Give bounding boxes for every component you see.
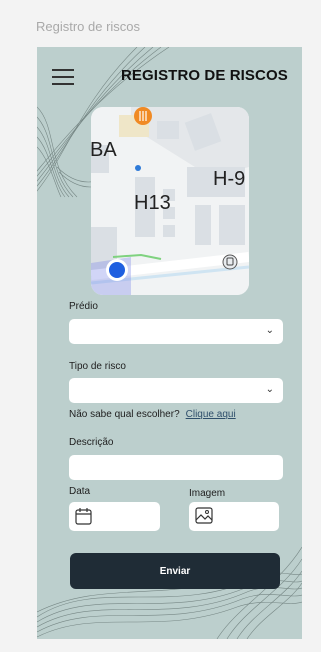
descricao-label: Descrição [69,437,114,448]
menu-icon-line [52,83,74,85]
frame-label: Registro de riscos [36,19,141,34]
menu-icon-line [52,76,74,78]
data-label: Data [69,486,91,497]
help-question: Não sabe qual escolher? [69,409,180,420]
imagem-field[interactable] [189,502,279,531]
chevron-down-icon: ⌄ [265,384,274,395]
predio-select[interactable]: ⌄ [69,319,283,344]
map-label-h9: H-9 [213,168,245,190]
map-view[interactable]: BA H13 H-9 [91,107,249,295]
calendar-icon [75,508,92,525]
mobile-screen: REGISTRO DE RISCOS BA H13 H-9 Prédio ⌄ T… [37,47,302,639]
chevron-down-icon: ⌄ [265,325,274,336]
image-icon [195,507,213,524]
tipo-risco-label: Tipo de risco [69,361,126,372]
data-field[interactable] [69,502,160,531]
submit-button[interactable]: Enviar [70,553,280,589]
map-label-ba: BA [91,139,117,161]
imagem-label: Imagem [189,488,226,499]
menu-button[interactable] [52,69,74,85]
predio-label: Prédio [69,301,98,312]
restaurant-pin-icon [134,107,152,125]
descricao-input[interactable] [69,455,283,480]
help-link[interactable]: Clique aqui [186,409,236,420]
transit-icon [222,254,238,270]
map-label-h13: H13 [134,192,171,214]
tipo-risco-select[interactable]: ⌄ [69,378,283,403]
page-title: REGISTRO DE RISCOS [121,67,288,84]
current-location-icon[interactable] [106,259,128,281]
location-dot [135,165,141,171]
help-text: Não sabe qual escolher? Clique aqui [69,409,236,420]
hamburger-menu-icon [52,69,74,71]
